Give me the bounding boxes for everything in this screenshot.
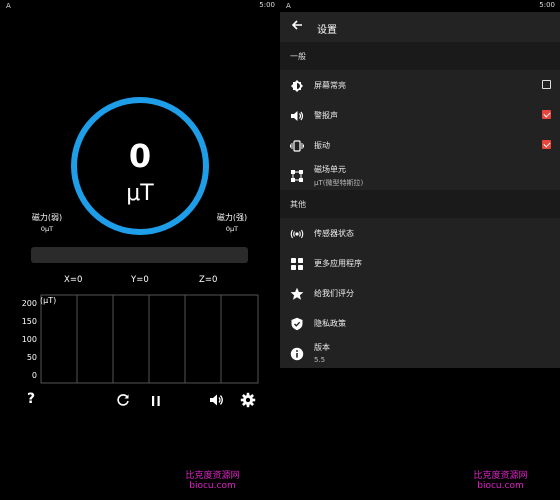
- chart-y-tick-label: 0: [32, 371, 37, 380]
- volume-icon: [290, 108, 304, 122]
- volume-icon[interactable]: [208, 392, 224, 412]
- watermark-line1: 比克度资源网: [473, 471, 528, 481]
- section-header-other: 其他: [280, 190, 560, 218]
- magnetic-field-dial: 0 μT: [71, 97, 209, 235]
- chart-y-tick-label: 50: [27, 353, 37, 362]
- pause-icon[interactable]: [149, 393, 163, 412]
- setting-label: 给我们评分: [314, 289, 354, 298]
- field-level-bar: [31, 247, 248, 263]
- vibrate-icon: [290, 138, 304, 152]
- chart-y-tick-label: 200: [22, 299, 37, 308]
- watermark: 比克度资源网 biocu.com: [175, 471, 250, 491]
- sensor-broadcast-icon: [290, 226, 304, 240]
- alarm-checkbox[interactable]: [542, 110, 551, 119]
- chart-y-tick-label: 100: [22, 335, 37, 344]
- setting-label: 隐私政策: [314, 319, 346, 328]
- info-icon: [290, 346, 304, 361]
- status-bar-app-icon: A: [286, 2, 291, 10]
- vibrate-checkbox[interactable]: [542, 140, 551, 149]
- strong-field-label: 磁力(强): [216, 213, 248, 222]
- back-arrow-icon[interactable]: [290, 18, 304, 36]
- status-bar: A 5:00: [280, 0, 560, 12]
- shield-check-icon: [290, 316, 304, 331]
- setting-label: 振动: [314, 141, 330, 150]
- setting-value: μT(微型特斯拉): [314, 179, 364, 187]
- strong-field-indicator: 磁力(强) 0μT: [207, 212, 257, 233]
- y-axis-reading: Y=0: [131, 275, 149, 285]
- brightness-icon: [290, 78, 304, 92]
- watermark-line2: biocu.com: [477, 481, 524, 491]
- watermark-line1: 比克度资源网: [185, 471, 240, 481]
- setting-sensor-status[interactable]: 传感器状态: [280, 218, 560, 248]
- chart-y-tick-label: 150: [22, 317, 37, 326]
- setting-label: 传感器状态: [314, 229, 354, 238]
- setting-vibrate[interactable]: 振动: [280, 130, 560, 160]
- strong-field-value: 0μT: [225, 225, 239, 233]
- setting-version[interactable]: 版本 5.5: [280, 338, 560, 368]
- status-bar: A 5:00: [0, 0, 280, 12]
- setting-label: 警报声: [314, 111, 338, 120]
- setting-alarm[interactable]: 警报声: [280, 100, 560, 130]
- refresh-icon[interactable]: [115, 392, 131, 412]
- settings-app-bar: 设置: [280, 12, 560, 42]
- setting-screen-on[interactable]: 屏幕常亮: [280, 70, 560, 100]
- magnetometer-screen: A 5:00 0 μT 磁力(弱) 0μT 磁力(强) 0μT X=0 Y=0 …: [0, 0, 280, 500]
- apps-grid-icon: [290, 256, 304, 270]
- screen-on-checkbox[interactable]: [542, 80, 551, 89]
- setting-value: 5.5: [314, 356, 326, 364]
- settings-screen: A 5:00 设置 一般 屏幕常亮 警报声 振动 磁场单元 μT(微型特斯拉) …: [280, 0, 560, 500]
- status-bar-app-icon: A: [6, 2, 11, 10]
- watermark-line2: biocu.com: [189, 481, 236, 491]
- settings-icon[interactable]: [240, 392, 256, 412]
- setting-privacy[interactable]: 隐私政策: [280, 308, 560, 338]
- setting-label: 版本: [314, 343, 330, 352]
- weak-field-label: 磁力(弱): [31, 213, 63, 222]
- z-axis-reading: Z=0: [199, 275, 218, 285]
- page-title: 设置: [317, 25, 337, 36]
- setting-label: 磁场单元: [314, 165, 346, 174]
- section-header-general: 一般: [280, 42, 560, 70]
- field-unit: μT: [126, 181, 154, 206]
- x-axis-reading: X=0: [64, 275, 83, 285]
- field-history-chart: 200 150 100 50 0 (μT): [0, 290, 280, 390]
- unit-grid-icon: [290, 168, 304, 182]
- setting-label: 更多应用程序: [314, 259, 362, 268]
- star-icon: [290, 286, 304, 300]
- section-other-label: 其他: [290, 200, 306, 209]
- chart-y-axis-label: (μT): [40, 296, 56, 305]
- setting-rate-us[interactable]: 给我们评分: [280, 278, 560, 308]
- weak-field-value: 0μT: [40, 225, 54, 233]
- setting-field-unit[interactable]: 磁场单元 μT(微型特斯拉): [280, 160, 560, 190]
- watermark: 比克度资源网 biocu.com: [463, 471, 538, 491]
- setting-label: 屏幕常亮: [314, 81, 346, 90]
- status-bar-time: 5:00: [259, 1, 275, 9]
- section-general-label: 一般: [290, 52, 306, 61]
- field-value: 0: [128, 137, 152, 175]
- weak-field-indicator: 磁力(弱) 0μT: [22, 212, 72, 233]
- setting-more-apps[interactable]: 更多应用程序: [280, 248, 560, 278]
- status-bar-time: 5:00: [539, 1, 555, 9]
- help-icon[interactable]: ?: [27, 391, 35, 407]
